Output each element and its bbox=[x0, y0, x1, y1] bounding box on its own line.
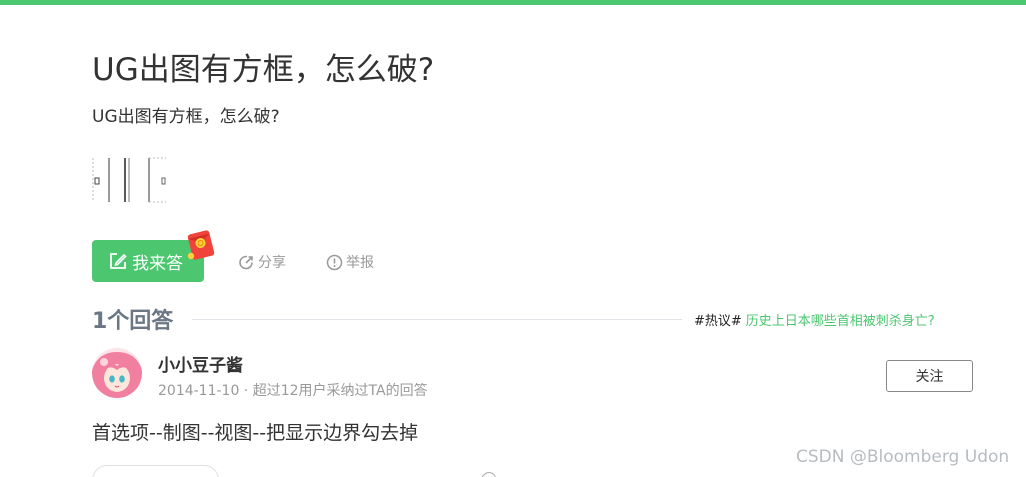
question-title: UG出图有方框，怎么破? bbox=[92, 52, 435, 88]
follow-button[interactable]: 关注 bbox=[886, 360, 973, 392]
share-icon bbox=[239, 255, 253, 269]
answer-button-label: 我来答 bbox=[132, 253, 183, 274]
answer-meta: 2014-11-10 · 超过12用户采纳过TA的回答 bbox=[158, 383, 428, 399]
question-description: UG出图有方框，怎么破? bbox=[92, 107, 280, 127]
vote-pill[interactable] bbox=[92, 465, 219, 477]
circle-icon[interactable] bbox=[482, 472, 496, 477]
edit-icon bbox=[110, 253, 127, 269]
report-button[interactable]: 举报 bbox=[326, 252, 374, 272]
watermark: CSDN @Bloomberg Udon bbox=[796, 447, 1010, 467]
red-envelope-icon bbox=[183, 227, 219, 263]
share-label: 分享 bbox=[258, 255, 286, 271]
answer-body: 首选项--制图--视图--把显示边界勾去掉 bbox=[92, 422, 419, 444]
top-accent-bar bbox=[0, 0, 1026, 5]
section-divider bbox=[192, 319, 682, 320]
hot-topic-link[interactable]: 历史上日本哪些首相被刺杀身亡? bbox=[746, 314, 935, 329]
answerer-name[interactable]: 小小豆子酱 bbox=[158, 351, 243, 376]
hot-topic-tag: #热议# bbox=[694, 314, 742, 329]
hot-topic: #热议# 历史上日本哪些首相被刺杀身亡? bbox=[694, 310, 935, 329]
share-button[interactable]: 分享 bbox=[238, 252, 286, 272]
answers-count-heading: 1个回答 bbox=[92, 309, 174, 334]
avatar[interactable] bbox=[92, 348, 142, 398]
report-icon bbox=[326, 254, 343, 270]
report-label: 举报 bbox=[346, 255, 374, 271]
question-image[interactable] bbox=[92, 156, 168, 204]
